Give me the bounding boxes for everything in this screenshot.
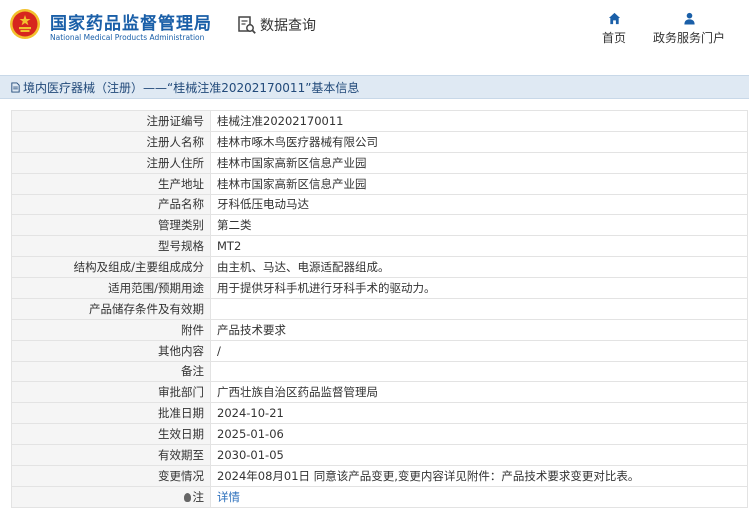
- user-icon: [683, 12, 695, 25]
- national-emblem-icon: [10, 9, 40, 39]
- row-value: 详情: [210, 485, 748, 508]
- data-search-label: 数据查询: [260, 18, 316, 34]
- row-label: 注: [11, 485, 211, 508]
- row-label: 注册人名称: [11, 130, 211, 153]
- row-value: 桂林市国家高新区信息产业园: [210, 151, 748, 174]
- table-row: 备注: [11, 360, 748, 383]
- row-label: 适用范围/预期用途: [11, 277, 211, 299]
- row-value: 第二类: [210, 214, 748, 237]
- note-label: 注: [192, 489, 205, 504]
- row-value: 2024-10-21: [210, 402, 748, 425]
- brand-name-english: National Medical Products Administration: [50, 33, 205, 42]
- row-label: 备注: [11, 360, 211, 383]
- data-search-link[interactable]: 数据查询: [237, 15, 316, 35]
- row-label: 产品名称: [11, 193, 211, 216]
- lightbulb-icon: [183, 492, 191, 502]
- record-title-bar: 境内医疗器械（注册）——“桂械注准20202170011”基本信息: [0, 75, 749, 99]
- nav-home[interactable]: 首页: [596, 12, 632, 46]
- row-label: 结构及组成/主要组成成分: [11, 256, 211, 278]
- row-value: 桂械注准20202170011: [210, 110, 748, 132]
- table-row-note: 注 详情: [11, 485, 748, 508]
- row-value: 2024年08月01日 同意该产品变更,变更内容详见附件：产品技术要求变更对比表…: [210, 464, 748, 487]
- row-label: 管理类别: [11, 214, 211, 237]
- table-row: 产品名称 牙科低压电动马达: [11, 193, 748, 216]
- table-row: 注册人住所 桂林市国家高新区信息产业园: [11, 151, 748, 174]
- table-row: 生效日期 2025-01-06: [11, 423, 748, 445]
- row-label: 生产地址: [11, 172, 211, 195]
- table-row: 有效期至 2030-01-05: [11, 444, 748, 466]
- site-header: 国家药品监督管理局 National Medical Products Admi…: [0, 0, 749, 64]
- row-label: 注册证编号: [11, 110, 211, 132]
- row-value: 由主机、马达、电源适配器组成。: [210, 256, 748, 278]
- document-icon: [11, 81, 20, 93]
- table-row: 生产地址 桂林市国家高新区信息产业园: [11, 172, 748, 195]
- row-value: 广西壮族自治区药品监督管理局: [210, 381, 748, 404]
- table-row: 产品储存条件及有效期: [11, 297, 748, 320]
- nav-service-portal[interactable]: 政务服务门户: [650, 12, 728, 46]
- nav-home-label: 首页: [601, 31, 626, 45]
- row-value: MT2: [210, 235, 748, 258]
- row-label: 附件: [11, 318, 211, 341]
- table-row: 适用范围/预期用途 用于提供牙科手机进行牙科手术的驱动力。: [11, 277, 748, 299]
- row-label: 变更情况: [11, 464, 211, 487]
- table-row: 批准日期 2024-10-21: [11, 402, 748, 425]
- row-value: /: [210, 339, 748, 362]
- row-value: 产品技术要求: [210, 318, 748, 341]
- row-value: 桂林市啄木鸟医疗器械有限公司: [210, 130, 748, 153]
- row-value: [210, 360, 748, 383]
- row-label: 其他内容: [11, 339, 211, 362]
- row-value: 用于提供牙科手机进行牙科手术的驱动力。: [210, 277, 748, 299]
- brand-name: 国家药品监督管理局: [50, 14, 212, 34]
- table-row: 注册证编号 桂械注准20202170011: [11, 110, 748, 132]
- row-value: 桂林市国家高新区信息产业园: [210, 172, 748, 195]
- row-label: 生效日期: [11, 423, 211, 445]
- table-row: 管理类别 第二类: [11, 214, 748, 237]
- home-icon: [608, 12, 620, 25]
- row-label: 注册人住所: [11, 151, 211, 174]
- device-info-table: 注册证编号 桂械注准20202170011 注册人名称 桂林市啄木鸟医疗器械有限公司注…: [11, 110, 748, 508]
- table-row: 附件 产品技术要求: [11, 318, 748, 341]
- row-label: 型号规格: [11, 235, 211, 258]
- document-search-icon: [238, 16, 256, 34]
- table-row: 结构及组成/主要组成成分 由主机、马达、电源适配器组成。: [11, 256, 748, 278]
- row-value: 2030-01-05: [210, 444, 748, 466]
- row-value: 2025-01-06: [210, 423, 748, 445]
- row-value: 牙科低压电动马达: [210, 193, 748, 216]
- record-title: 境内医疗器械（注册）——“桂械注准20202170011”基本信息: [23, 80, 360, 95]
- table-row: 型号规格 MT2: [11, 235, 748, 258]
- details-link[interactable]: 详情: [217, 490, 240, 504]
- table-row: 注册人名称 桂林市啄木鸟医疗器械有限公司: [11, 130, 748, 153]
- nav-service-portal-label: 政务服务门户: [652, 31, 725, 45]
- table-row: 其他内容 /: [11, 339, 748, 362]
- row-value: [210, 297, 748, 320]
- row-label: 批准日期: [11, 402, 211, 425]
- device-info-rows: 注册证编号 桂械注准20202170011 注册人名称 桂林市啄木鸟医疗器械有限公司注…: [11, 110, 748, 487]
- row-label: 有效期至: [11, 444, 211, 466]
- table-row: 审批部门 广西壮族自治区药品监督管理局: [11, 381, 748, 404]
- table-row: 变更情况 2024年08月01日 同意该产品变更,变更内容详见附件：产品技术要求变…: [11, 464, 748, 487]
- row-label: 产品储存条件及有效期: [11, 297, 211, 320]
- row-label: 审批部门: [11, 381, 211, 404]
